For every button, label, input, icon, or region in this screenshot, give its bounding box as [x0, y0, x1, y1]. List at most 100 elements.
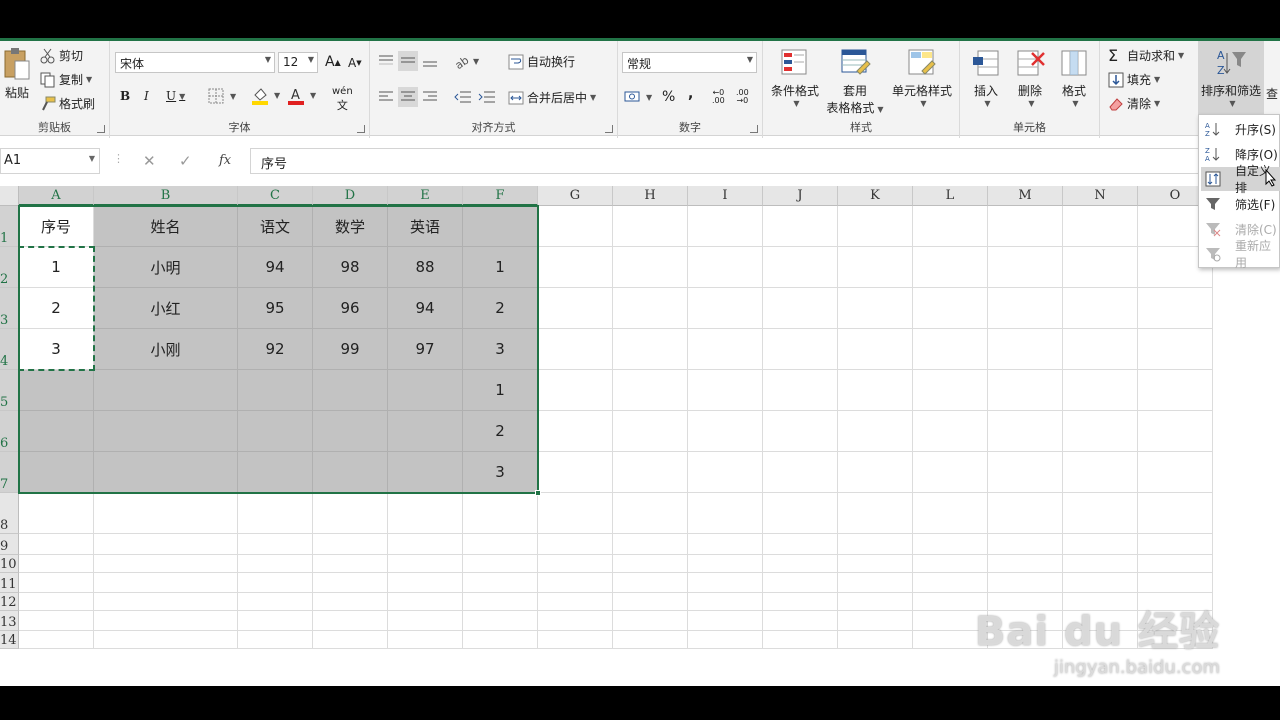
cell-l5[interactable]	[913, 370, 988, 411]
increase-indent-icon[interactable]	[478, 89, 496, 105]
fill-button[interactable]: 填充 ▼	[1108, 71, 1160, 88]
cell-d7[interactable]	[313, 452, 388, 493]
cell-m11[interactable]	[988, 573, 1063, 593]
cell-d3[interactable]: 96	[313, 288, 388, 329]
cell-e13[interactable]	[388, 611, 463, 631]
cell-b3[interactable]: 小红	[94, 288, 238, 329]
cell-h12[interactable]	[613, 593, 688, 611]
cell-g2[interactable]	[538, 247, 613, 288]
cell-a13[interactable]	[19, 611, 94, 631]
cell-f11[interactable]	[463, 573, 538, 593]
cell-h9[interactable]	[613, 534, 688, 555]
font-name-select[interactable]: 宋体 ▼	[115, 52, 275, 73]
cell-i13[interactable]	[688, 611, 763, 631]
row-header-14[interactable]: 14	[0, 631, 19, 649]
cell-h10[interactable]	[613, 555, 688, 573]
cell-d2[interactable]: 98	[313, 247, 388, 288]
paste-button[interactable]: 粘贴	[0, 47, 34, 101]
cell-f13[interactable]	[463, 611, 538, 631]
cell-l4[interactable]	[913, 329, 988, 370]
cell-l7[interactable]	[913, 452, 988, 493]
italic-button[interactable]: I	[144, 89, 149, 103]
cell-g5[interactable]	[538, 370, 613, 411]
cell-l2[interactable]	[913, 247, 988, 288]
cell-d11[interactable]	[313, 573, 388, 593]
cell-h8[interactable]	[613, 493, 688, 534]
cell-h2[interactable]	[613, 247, 688, 288]
name-box[interactable]: A1 ▼	[0, 148, 100, 174]
cell-c9[interactable]	[238, 534, 313, 555]
cell-h14[interactable]	[613, 631, 688, 649]
cell-d6[interactable]	[313, 411, 388, 452]
cell-f2[interactable]: 1	[463, 247, 538, 288]
cell-l6[interactable]	[913, 411, 988, 452]
formula-input[interactable]: 序号	[250, 148, 1280, 174]
cell-d10[interactable]	[313, 555, 388, 573]
cell-g1[interactable]	[538, 206, 613, 247]
row-header-4[interactable]: 4	[0, 329, 19, 370]
cell-g14[interactable]	[538, 631, 613, 649]
cell-m5[interactable]	[988, 370, 1063, 411]
cell-o4[interactable]	[1138, 329, 1213, 370]
number-format-select[interactable]: 常规 ▼	[622, 52, 757, 73]
cell-b14[interactable]	[94, 631, 238, 649]
cell-e12[interactable]	[388, 593, 463, 611]
row-header-10[interactable]: 10	[0, 555, 19, 573]
align-top-icon[interactable]	[378, 53, 394, 69]
row-header-6[interactable]: 6	[0, 411, 19, 452]
cell-n4[interactable]	[1063, 329, 1138, 370]
cell-m2[interactable]	[988, 247, 1063, 288]
cell-j5[interactable]	[763, 370, 838, 411]
decrease-indent-icon[interactable]	[454, 89, 472, 105]
cell-o10[interactable]	[1138, 555, 1213, 573]
cell-e14[interactable]	[388, 631, 463, 649]
cell-c14[interactable]	[238, 631, 313, 649]
cell-e10[interactable]	[388, 555, 463, 573]
row-header-11[interactable]: 11	[0, 573, 19, 593]
cell-e1[interactable]: 英语	[388, 206, 463, 247]
column-header-b[interactable]: B	[94, 186, 238, 206]
format-cells-button[interactable]: 格式 ▼	[1052, 47, 1096, 108]
cell-l11[interactable]	[913, 573, 988, 593]
cell-h4[interactable]	[613, 329, 688, 370]
cell-i10[interactable]	[688, 555, 763, 573]
column-header-k[interactable]: K	[838, 186, 913, 206]
cell-k7[interactable]	[838, 452, 913, 493]
cell-c6[interactable]	[238, 411, 313, 452]
cell-styles-button[interactable]: 单元格样式 ▼	[889, 47, 955, 108]
merge-center-button[interactable]: 合并后居中 ▼	[508, 89, 596, 106]
font-color-button[interactable]: A ▼	[288, 87, 316, 105]
font-size-select[interactable]: 12 ▼	[278, 52, 318, 73]
cell-b12[interactable]	[94, 593, 238, 611]
cell-n7[interactable]	[1063, 452, 1138, 493]
cell-f10[interactable]	[463, 555, 538, 573]
cell-o11[interactable]	[1138, 573, 1213, 593]
cell-h6[interactable]	[613, 411, 688, 452]
column-header-m[interactable]: M	[988, 186, 1063, 206]
align-left-icon[interactable]	[378, 89, 394, 105]
cell-e11[interactable]	[388, 573, 463, 593]
row-header-2[interactable]: 2	[0, 247, 19, 288]
cell-k12[interactable]	[838, 593, 913, 611]
cell-j1[interactable]	[763, 206, 838, 247]
cell-b11[interactable]	[94, 573, 238, 593]
clear-button[interactable]: 清除 ▼	[1108, 95, 1160, 112]
delete-button[interactable]: 删除 ▼	[1008, 47, 1052, 108]
cell-j14[interactable]	[763, 631, 838, 649]
comma-button[interactable]: ,	[688, 86, 693, 102]
clipboard-launcher-icon[interactable]	[97, 125, 105, 133]
cell-k13[interactable]	[838, 611, 913, 631]
cell-d9[interactable]	[313, 534, 388, 555]
column-header-g[interactable]: G	[538, 186, 613, 206]
cell-g3[interactable]	[538, 288, 613, 329]
cell-m9[interactable]	[988, 534, 1063, 555]
cell-c5[interactable]	[238, 370, 313, 411]
cell-o3[interactable]	[1138, 288, 1213, 329]
cell-a6[interactable]	[19, 411, 94, 452]
fill-handle[interactable]	[535, 490, 541, 496]
sort-filter-button[interactable]: AZ 排序和筛选 ▼	[1198, 41, 1264, 115]
cell-i14[interactable]	[688, 631, 763, 649]
cell-m3[interactable]	[988, 288, 1063, 329]
cell-n1[interactable]	[1063, 206, 1138, 247]
cell-b7[interactable]	[94, 452, 238, 493]
